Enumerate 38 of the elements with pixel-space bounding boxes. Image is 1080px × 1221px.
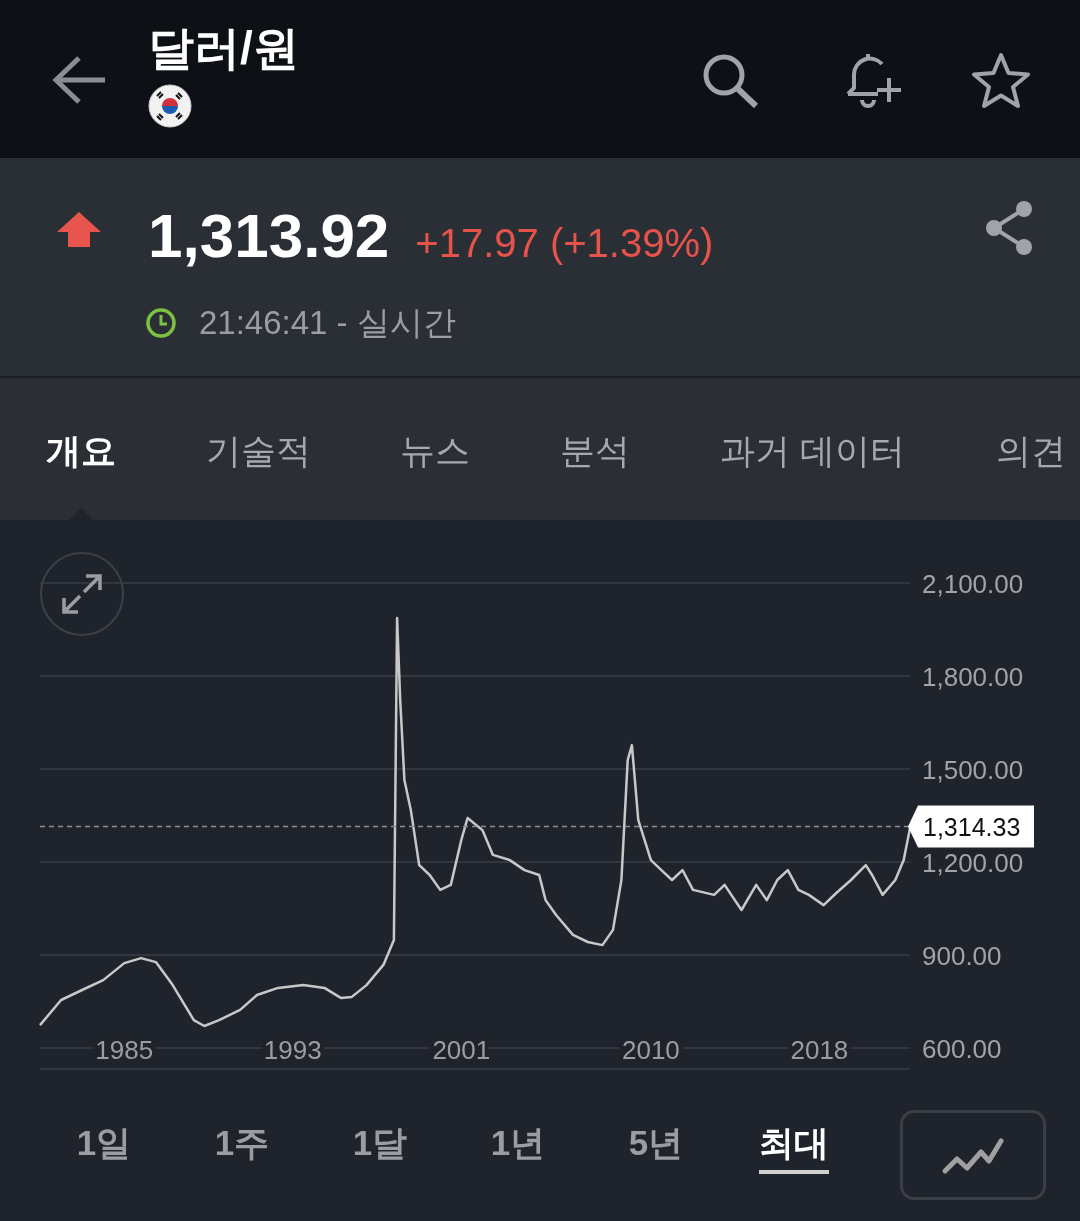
y-axis-label: 1,200.00 [922,848,1024,878]
expand-button[interactable] [40,552,124,636]
page-title: 달러/원 [148,21,299,76]
range-button[interactable]: 1달 [316,1112,444,1182]
x-axis-label: 1993 [263,1035,322,1065]
share-icon[interactable] [984,200,1034,256]
x-axis-label: 1985 [95,1035,154,1065]
tab[interactable]: 뉴스 [400,428,470,474]
y-axis-label: 1,500.00 [922,755,1024,785]
flag-icon [148,84,192,128]
star-icon[interactable] [970,52,1032,110]
range-button[interactable]: 1주 [178,1112,306,1182]
price-tag: 1,314.33 [908,805,1034,848]
x-axis-label: 2010 [621,1035,680,1065]
tab[interactable]: 분석 [560,428,630,474]
tab[interactable]: 개요 [46,428,116,474]
price-change: +17.97 (+1.39%) [415,220,714,267]
y-axis-label: 1,800.00 [922,662,1024,692]
update-time: 21:46:41 - 실시간 [199,303,456,343]
clock-icon [145,307,177,339]
expand-icon [60,572,104,616]
line-chart-icon [941,1135,1005,1175]
range-button[interactable]: 최대 [730,1112,858,1182]
chart-type-button[interactable] [900,1110,1046,1200]
y-axis-label: 900.00 [922,941,1002,971]
tab[interactable]: 과거 데이터 [720,428,905,474]
back-icon[interactable] [52,55,106,105]
range-button[interactable]: 1일 [40,1112,168,1182]
y-axis-label: 600.00 [922,1034,1002,1064]
x-axis-label: 2001 [432,1035,491,1065]
tab[interactable]: 의견 [996,428,1066,474]
ref-line-label: 1,314.33 [923,812,1021,841]
x-axis-label: 2018 [790,1035,849,1065]
tab[interactable]: 기술적 [206,428,311,474]
price-value: 1,313.92 [148,200,390,272]
range-button[interactable]: 1년 [454,1112,582,1182]
range-button[interactable]: 5년 [592,1112,720,1182]
y-axis-label: 2,100.00 [922,569,1024,599]
